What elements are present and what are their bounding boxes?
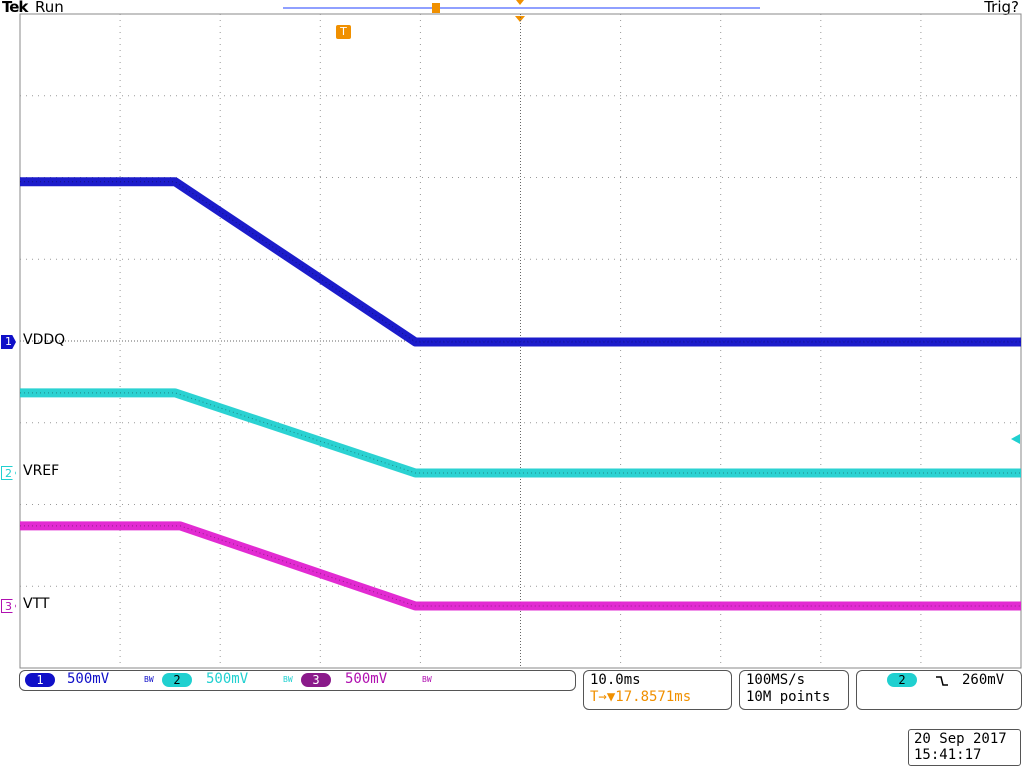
ch1-scale: 500mV: [67, 671, 110, 687]
trigger-level-marker[interactable]: [1011, 434, 1020, 444]
falling-edge-icon: [936, 676, 948, 686]
sample-rate: 100MS/s: [746, 672, 806, 688]
ch1-badge: 1: [25, 673, 55, 687]
trigger-position-readout: T→▼17.8571ms: [590, 689, 692, 705]
trigger-position-top-arrow: [516, 0, 524, 5]
horizontal-settings-panel[interactable]: 10.0ms T→▼17.8571ms: [583, 670, 732, 710]
ch3-label: VTT: [23, 596, 50, 612]
time-readout: 15:41:17: [914, 747, 982, 763]
time-per-div: 10.0ms: [590, 672, 641, 688]
record-position-marker: [432, 3, 440, 13]
ch3-settings[interactable]: 3: [301, 672, 331, 689]
record-length: 10M points: [746, 689, 831, 705]
acquisition-panel[interactable]: 100MS/s 10M points: [739, 670, 849, 710]
channel-settings-panel[interactable]: 1 500mV BW 2 500mV BW 3 500mV BW: [19, 670, 576, 691]
ch3-bw-limit: BW: [422, 675, 432, 684]
ch2-badge: 2: [162, 673, 192, 687]
ch2-scale: 500mV: [206, 671, 249, 687]
ch2-settings[interactable]: 2: [162, 672, 192, 689]
trigger-level: 260mV: [962, 672, 1005, 688]
trigger-t-marker[interactable]: T: [336, 25, 351, 39]
ch2-label: VREF: [23, 463, 60, 479]
ch2-bw-limit: BW: [283, 675, 293, 684]
timestamp-panel: 20 Sep 2017 15:41:17: [908, 729, 1021, 766]
scope-display: [19, 0, 1022, 669]
date-readout: 20 Sep 2017: [914, 731, 1007, 747]
ch3-scale: 500mV: [345, 671, 388, 687]
trigger-settings-panel[interactable]: 2 260mV: [856, 670, 1022, 710]
ch1-settings[interactable]: 1: [25, 672, 55, 689]
trigger-position-arrow: [515, 16, 525, 22]
trigger-source-badge: 2: [887, 673, 917, 687]
ch1-bw-limit: BW: [144, 675, 154, 684]
ch3-badge: 3: [301, 673, 331, 687]
ch1-label: VDDQ: [23, 332, 66, 348]
